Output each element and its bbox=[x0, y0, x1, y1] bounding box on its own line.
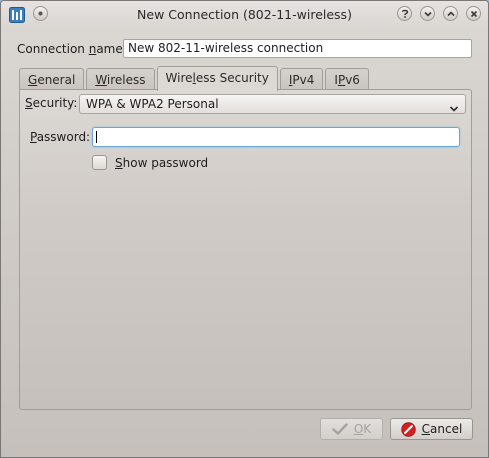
cancel-button-label: Cancel bbox=[421, 422, 463, 436]
connection-name-input[interactable]: New 802-11-wireless connection bbox=[123, 39, 472, 58]
minimize-icon bbox=[423, 10, 432, 18]
show-password-toggle[interactable]: Show password bbox=[92, 154, 208, 171]
tab-ipv6[interactable]: IPv6 bbox=[325, 68, 369, 90]
pin-icon bbox=[37, 10, 44, 17]
tab-ipv4[interactable]: IPv4 bbox=[279, 68, 324, 90]
cancel-button[interactable]: Cancel bbox=[390, 418, 473, 440]
text-caret bbox=[96, 131, 97, 143]
password-input[interactable] bbox=[92, 127, 460, 147]
cancel-icon bbox=[400, 421, 416, 437]
maximize-button[interactable] bbox=[443, 6, 458, 21]
security-select-value: WPA & WPA2 Personal bbox=[86, 97, 219, 111]
window-title: New Connection (802-11-wireless) bbox=[137, 7, 352, 22]
password-label: Password: bbox=[30, 130, 91, 144]
chevron-down-icon bbox=[449, 100, 459, 118]
wireless-security-panel: Security: WPA & WPA2 Personal Password: … bbox=[19, 89, 472, 410]
help-button[interactable] bbox=[397, 6, 412, 21]
show-password-checkbox[interactable] bbox=[92, 155, 107, 170]
tab-general[interactable]: General bbox=[19, 68, 85, 90]
dialog-window: New Connection (802-11-wireless) Connect… bbox=[0, 0, 489, 458]
close-icon bbox=[470, 10, 478, 18]
title-bar[interactable]: New Connection (802-11-wireless) bbox=[1, 1, 488, 28]
show-password-label: Show password bbox=[115, 155, 209, 170]
network-app-icon[interactable] bbox=[9, 7, 25, 23]
security-label: Security: bbox=[25, 96, 78, 110]
ok-button-label: OK bbox=[353, 422, 372, 436]
checkmark-icon bbox=[332, 423, 348, 435]
maximize-icon bbox=[446, 10, 455, 18]
security-select[interactable]: WPA & WPA2 Personal bbox=[79, 94, 466, 114]
minimize-button[interactable] bbox=[420, 6, 435, 21]
pin-button[interactable] bbox=[33, 6, 48, 21]
tab-wireless-security[interactable]: Wireless Security bbox=[156, 66, 278, 91]
ok-button[interactable]: OK bbox=[320, 418, 383, 440]
connection-name-label: Connection name: bbox=[17, 42, 127, 56]
tab-wireless[interactable]: Wireless bbox=[86, 68, 155, 90]
help-icon bbox=[401, 9, 409, 18]
close-button[interactable] bbox=[466, 6, 481, 21]
tab-bar: General Wireless Wireless Security IPv4 … bbox=[19, 66, 371, 91]
